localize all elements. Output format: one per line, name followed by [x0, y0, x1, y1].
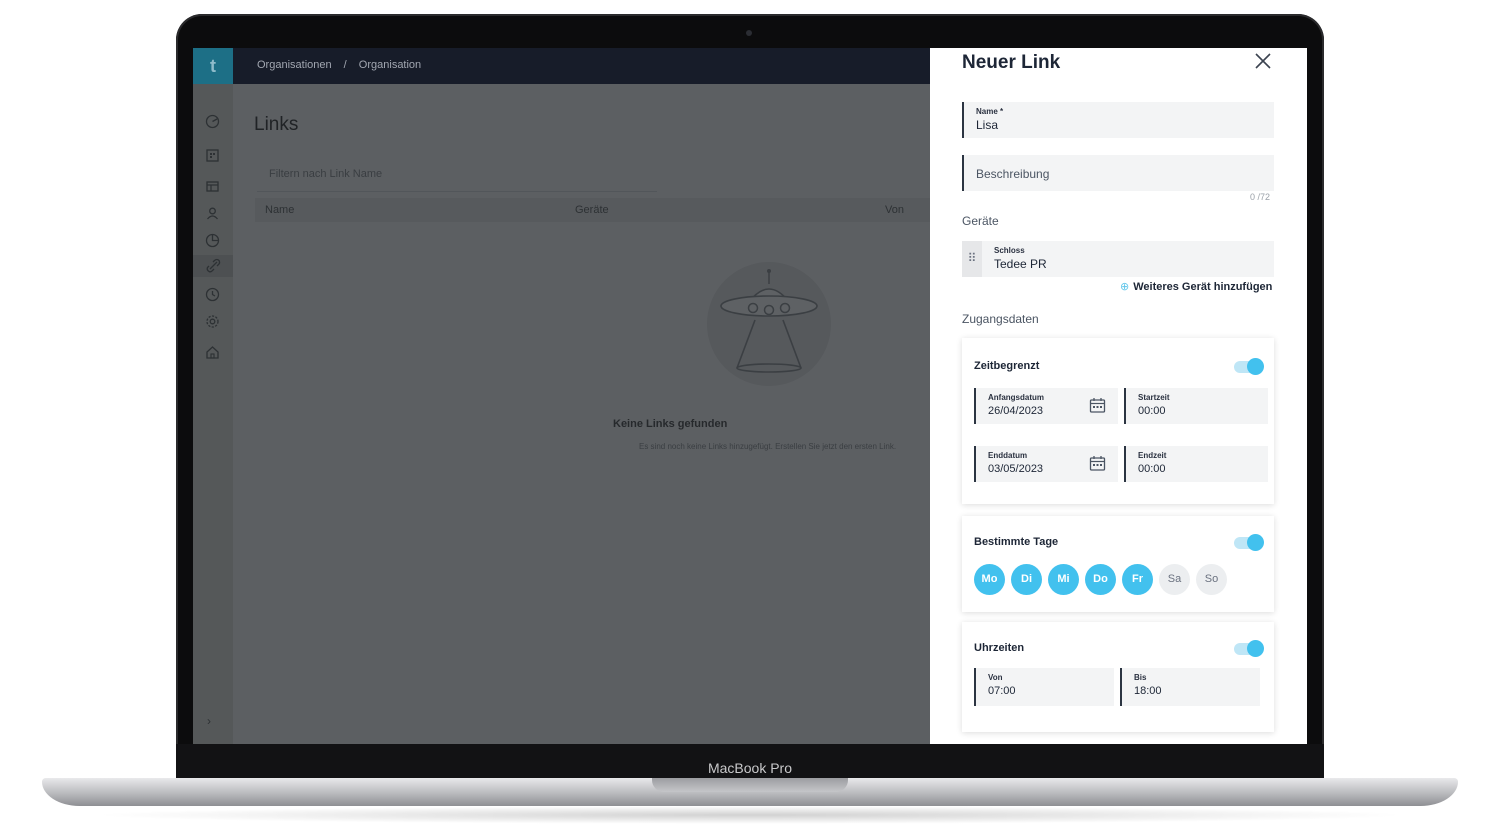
access-label: Zugangsdaten — [962, 312, 1039, 326]
close-icon[interactable] — [1254, 52, 1272, 70]
add-device-button[interactable]: ⊕ Weiteres Gerät hinzufügen — [1120, 280, 1272, 293]
weekday-di[interactable]: Di — [1011, 564, 1042, 595]
laptop-mockup: MacBook Pro t Organisationen / Organisat… — [0, 0, 1500, 840]
end-time-value: 00:00 — [1138, 463, 1166, 475]
devices-label: Geräte — [962, 214, 999, 228]
from-time-field[interactable]: Von 07:00 — [974, 668, 1114, 706]
new-link-panel: Neuer Link Name * Lisa Beschreibung 0 /7… — [930, 48, 1307, 744]
weekday-do[interactable]: Do — [1085, 564, 1116, 595]
description-counter: 0 /72 — [1250, 192, 1271, 202]
calendar-icon[interactable] — [1089, 455, 1106, 472]
from-time-label: Von — [988, 673, 1003, 682]
links-page: Links Filtern nach Link Name Name Geräte… — [233, 84, 930, 744]
device-value: Tedee PR — [994, 257, 1047, 271]
weekday-mi[interactable]: Mi — [1048, 564, 1079, 595]
start-time-value: 00:00 — [1138, 405, 1166, 417]
start-date-label: Anfangsdatum — [988, 393, 1044, 402]
breadcrumb-separator: / — [343, 59, 347, 71]
specific-days-toggle[interactable] — [1234, 534, 1264, 551]
calendar-icon[interactable] — [1089, 397, 1106, 414]
breadcrumb-organisation[interactable]: Organisation — [359, 59, 421, 71]
weekday-fr[interactable]: Fr — [1122, 564, 1153, 595]
description-field[interactable]: Beschreibung — [962, 155, 1274, 191]
breadcrumb: Organisationen / Organisation — [257, 59, 430, 71]
specific-days-card: Bestimmte Tage Mo Di Mi Do Fr Sa So — [962, 516, 1274, 612]
clock-icon[interactable] — [205, 287, 220, 302]
start-date-value: 26/04/2023 — [988, 405, 1044, 417]
expand-sidebar-icon[interactable]: › — [207, 714, 211, 728]
end-time-label: Endzeit — [1138, 451, 1167, 460]
column-from[interactable]: Von — [885, 204, 904, 216]
user-icon[interactable] — [205, 206, 220, 221]
to-time-value: 18:00 — [1134, 685, 1162, 697]
time-limited-title: Zeitbegrenzt — [974, 360, 1040, 372]
time-limited-toggle[interactable] — [1234, 358, 1264, 375]
hours-title: Uhrzeiten — [974, 642, 1025, 654]
bezel-label: MacBook Pro — [707, 760, 793, 776]
laptop-notch — [652, 778, 848, 792]
panel-title: Neuer Link — [962, 52, 1061, 73]
table-icon[interactable] — [205, 179, 220, 194]
description-placeholder: Beschreibung — [976, 167, 1050, 181]
home-icon[interactable] — [205, 345, 220, 360]
hours-toggle[interactable] — [1234, 640, 1264, 657]
to-time-label: Bis — [1134, 673, 1147, 682]
from-time-value: 07:00 — [988, 685, 1016, 697]
hours-card: Uhrzeiten Von 07:00 Bis 18:00 — [962, 622, 1274, 732]
device-label: Schloss — [994, 246, 1025, 255]
ufo-illustration — [707, 262, 831, 386]
time-limited-card: Zeitbegrenzt Anfangsdatum 26/04/2023 Sta… — [962, 338, 1274, 504]
chart-icon[interactable] — [205, 233, 220, 248]
end-date-field[interactable]: Enddatum 03/05/2023 — [974, 446, 1118, 482]
column-name[interactable]: Name — [265, 204, 294, 216]
end-time-field[interactable]: Endzeit 00:00 — [1124, 446, 1268, 482]
gear-icon[interactable] — [205, 314, 220, 329]
start-time-field[interactable]: Startzeit 00:00 — [1124, 388, 1268, 424]
page-title: Links — [254, 114, 299, 135]
drag-handle-icon[interactable]: ⠿ — [962, 241, 982, 277]
empty-state-text: Es sind noch keine Links hinzugefügt. Er… — [639, 442, 897, 451]
filter-input[interactable]: Filtern nach Link Name — [257, 156, 657, 192]
weekday-mo[interactable]: Mo — [974, 564, 1005, 595]
add-device-label: Weiteres Gerät hinzufügen — [1133, 281, 1273, 293]
end-date-label: Enddatum — [988, 451, 1028, 460]
device-row[interactable]: ⠿ Schloss Tedee PR — [962, 241, 1274, 277]
empty-state-title: Keine Links gefunden — [613, 418, 728, 430]
start-date-field[interactable]: Anfangsdatum 26/04/2023 — [974, 388, 1118, 424]
link-icon[interactable] — [193, 255, 233, 277]
specific-days-title: Bestimmte Tage — [974, 536, 1059, 548]
sidebar: › — [193, 84, 233, 744]
table-header: Name Geräte Von — [255, 198, 930, 222]
building-icon[interactable] — [205, 148, 220, 163]
app-logo[interactable]: t — [193, 48, 233, 84]
start-time-label: Startzeit — [1138, 393, 1170, 402]
to-time-field[interactable]: Bis 18:00 — [1120, 668, 1260, 706]
name-field-label: Name * — [976, 107, 1004, 116]
screen: t Organisationen / Organisation › Links … — [193, 48, 1307, 744]
end-date-value: 03/05/2023 — [988, 463, 1044, 475]
name-field-value: Lisa — [976, 118, 999, 132]
breadcrumb-organisationen[interactable]: Organisationen — [257, 59, 332, 71]
column-devices[interactable]: Geräte — [575, 204, 609, 216]
laptop-shadow — [90, 806, 1410, 824]
plus-circle-icon: ⊕ — [1120, 281, 1130, 293]
weekday-so[interactable]: So — [1196, 564, 1227, 595]
dashboard-icon[interactable] — [205, 114, 220, 129]
camera — [746, 30, 752, 36]
weekday-sa[interactable]: Sa — [1159, 564, 1190, 595]
name-field[interactable]: Name * Lisa — [962, 102, 1274, 138]
app-topbar: t Organisationen / Organisation — [193, 48, 930, 84]
